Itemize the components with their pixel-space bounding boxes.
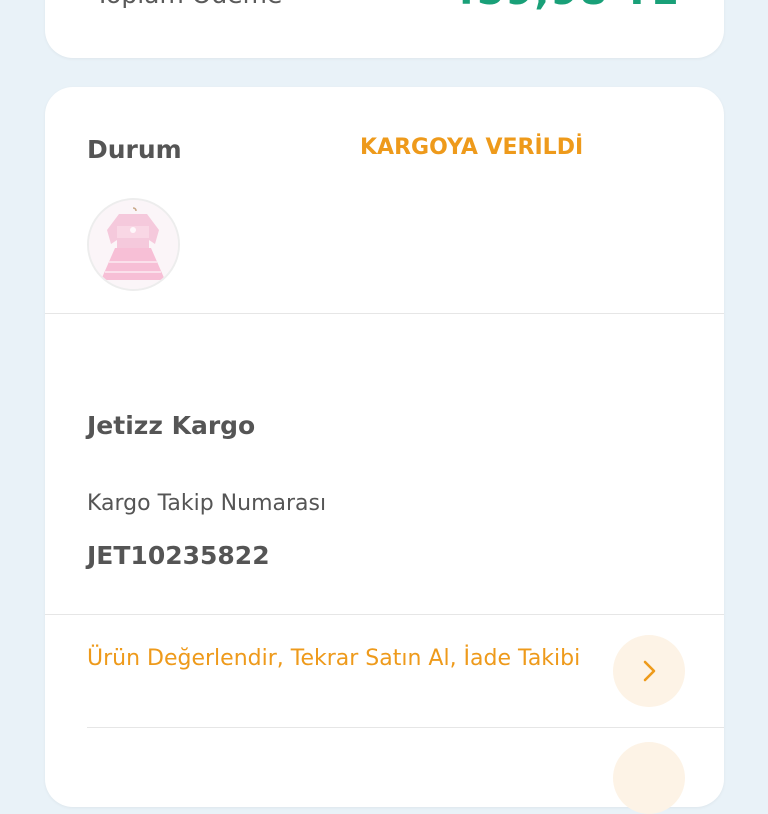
order-summary-card: Toplam Ödeme 459,98 TL (45, 0, 724, 58)
divider (87, 727, 724, 728)
total-payment-label: Toplam Ödeme (95, 0, 282, 9)
dress-image (89, 200, 178, 289)
divider (45, 313, 724, 314)
shipment-card: Durum KARGOYA VERİLDİ Jetizz Kargo Kargo… (45, 87, 724, 814)
total-payment-value: 459,98 TL (448, 0, 678, 14)
status-value: KARGOYA VERİLDİ (360, 135, 584, 160)
chevron-right-button[interactable] (613, 635, 685, 707)
review-reorder-return-link[interactable]: Ürün Değerlendir, Tekrar Satın Al, İade … (87, 642, 587, 675)
status-label: Durum (87, 135, 182, 164)
review-reorder-return-row[interactable]: Ürün Değerlendir, Tekrar Satın Al, İade … (45, 615, 724, 727)
next-action-button[interactable] (613, 742, 685, 814)
chevron-right-icon (643, 660, 656, 682)
tracking-number-value[interactable]: JET10235822 (87, 541, 270, 570)
product-thumbnail[interactable] (87, 198, 180, 291)
tracking-number-label: Kargo Takip Numarası (87, 491, 327, 516)
courier-name: Jetizz Kargo (87, 411, 256, 440)
